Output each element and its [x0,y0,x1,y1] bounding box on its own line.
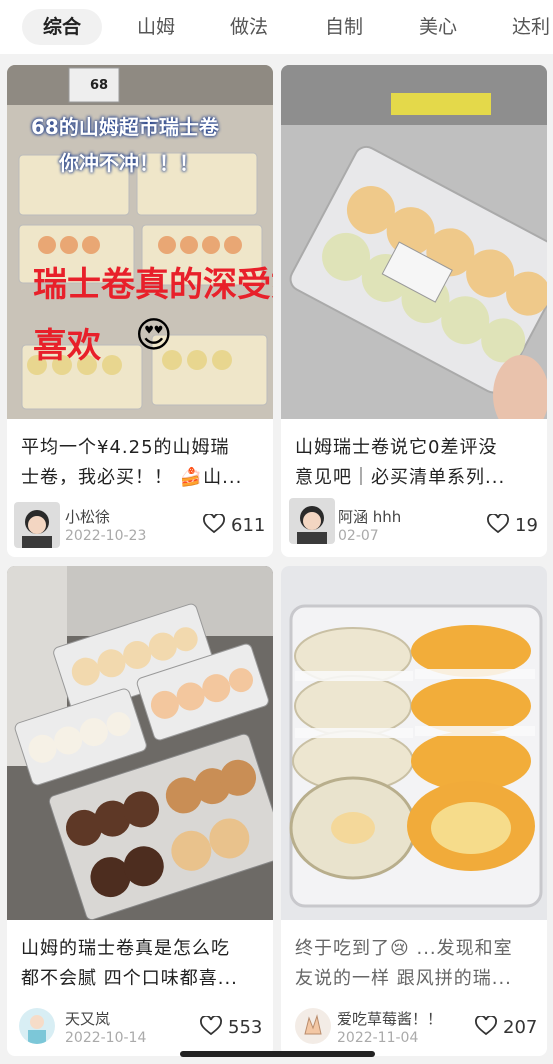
tab-homemade[interactable]: 自制 [325,9,363,45]
avatar[interactable] [19,1008,55,1044]
note-title: 终于吃到了😢 ...发现和室 [295,938,513,959]
note-card-3[interactable]: 山姆的瑞士卷真是怎么吃 都不会腻 四个口味都喜... 天又岚 2022-10-1… [7,566,273,1056]
note-title: 都不会腻 四个口味都喜... [21,968,238,989]
heart-icon[interactable] [475,1015,497,1041]
note-title: 友说的一样 跟风拼的瑞... [295,968,512,989]
note-cover-image [281,566,547,920]
tab-sams[interactable]: 山姆 [137,9,175,45]
note-title: 意见吧｜必买清单系列... [295,467,506,488]
like-count[interactable]: 207 [475,1015,538,1041]
price-tag: 68 [90,78,109,93]
tab-comprehensive[interactable]: 综合 [22,9,102,45]
heart-eyes-emoji: 😍 [135,315,173,356]
author-name[interactable]: 小松徐 [65,506,110,527]
overlay-caption: 你冲不冲！！！ [59,151,199,175]
author-name[interactable]: 爱吃草莓酱！！ [337,1008,442,1029]
note-title: 士卷，我必买！！ 🍰山... [21,467,243,488]
like-count-value: 207 [503,1017,538,1038]
overlay-headline: 喜欢 [33,326,101,366]
category-tab-bar: 综合 山姆 做法 自制 美心 达利 [0,0,553,54]
note-cover-image: 68 68的山姆超市瑞士卷 你冲不冲！！！ 瑞士卷真的深受姐妹们 喜欢 😍 [7,65,273,419]
like-count-value: 19 [515,515,538,536]
note-cover-image [281,65,547,419]
author-name[interactable]: 阿涵 hhh [338,506,401,527]
post-date: 2022-11-04 [337,1030,419,1046]
overlay-headline: 瑞士卷真的深受姐妹们 [33,265,273,305]
author-name[interactable]: 天又岚 [65,1008,110,1029]
avatar[interactable] [289,498,335,544]
note-cover-image [7,566,273,920]
tab-recipe[interactable]: 做法 [230,9,268,45]
heart-icon[interactable] [200,1015,222,1041]
tab-maxim[interactable]: 美心 [419,9,457,45]
note-title: 山姆的瑞士卷真是怎么吃 [21,938,230,959]
note-title: 平均一个¥4.25的山姆瑞 [21,437,230,458]
like-count[interactable]: 553 [200,1015,263,1041]
avatar[interactable] [14,502,60,548]
note-card-2[interactable]: 山姆瑞士卷说它0差评没 意见吧｜必买清单系列... 阿涵 hhh 02-07 1… [281,65,547,557]
tab-dali[interactable]: 达利 [512,9,550,45]
heart-icon[interactable] [203,513,225,539]
note-title: 山姆瑞士卷说它0差评没 [295,437,498,458]
post-date: 02-07 [338,528,379,544]
avatar[interactable] [295,1008,331,1044]
home-indicator[interactable] [180,1051,375,1057]
like-count[interactable]: 611 [203,513,266,539]
post-date: 2022-10-14 [65,1030,147,1046]
note-card-4[interactable]: 终于吃到了😢 ...发现和室 友说的一样 跟风拼的瑞... 爱吃草莓酱！！ 20… [281,566,547,1056]
like-count[interactable]: 19 [487,513,538,539]
like-count-value: 553 [228,1017,263,1038]
note-card-1[interactable]: 68 68的山姆超市瑞士卷 你冲不冲！！！ 瑞士卷真的深受姐妹们 喜欢 😍 平均… [7,65,273,557]
like-count-value: 611 [231,515,266,536]
overlay-caption: 68的山姆超市瑞士卷 [31,115,219,139]
heart-icon[interactable] [487,513,509,539]
post-date: 2022-10-23 [65,528,147,544]
